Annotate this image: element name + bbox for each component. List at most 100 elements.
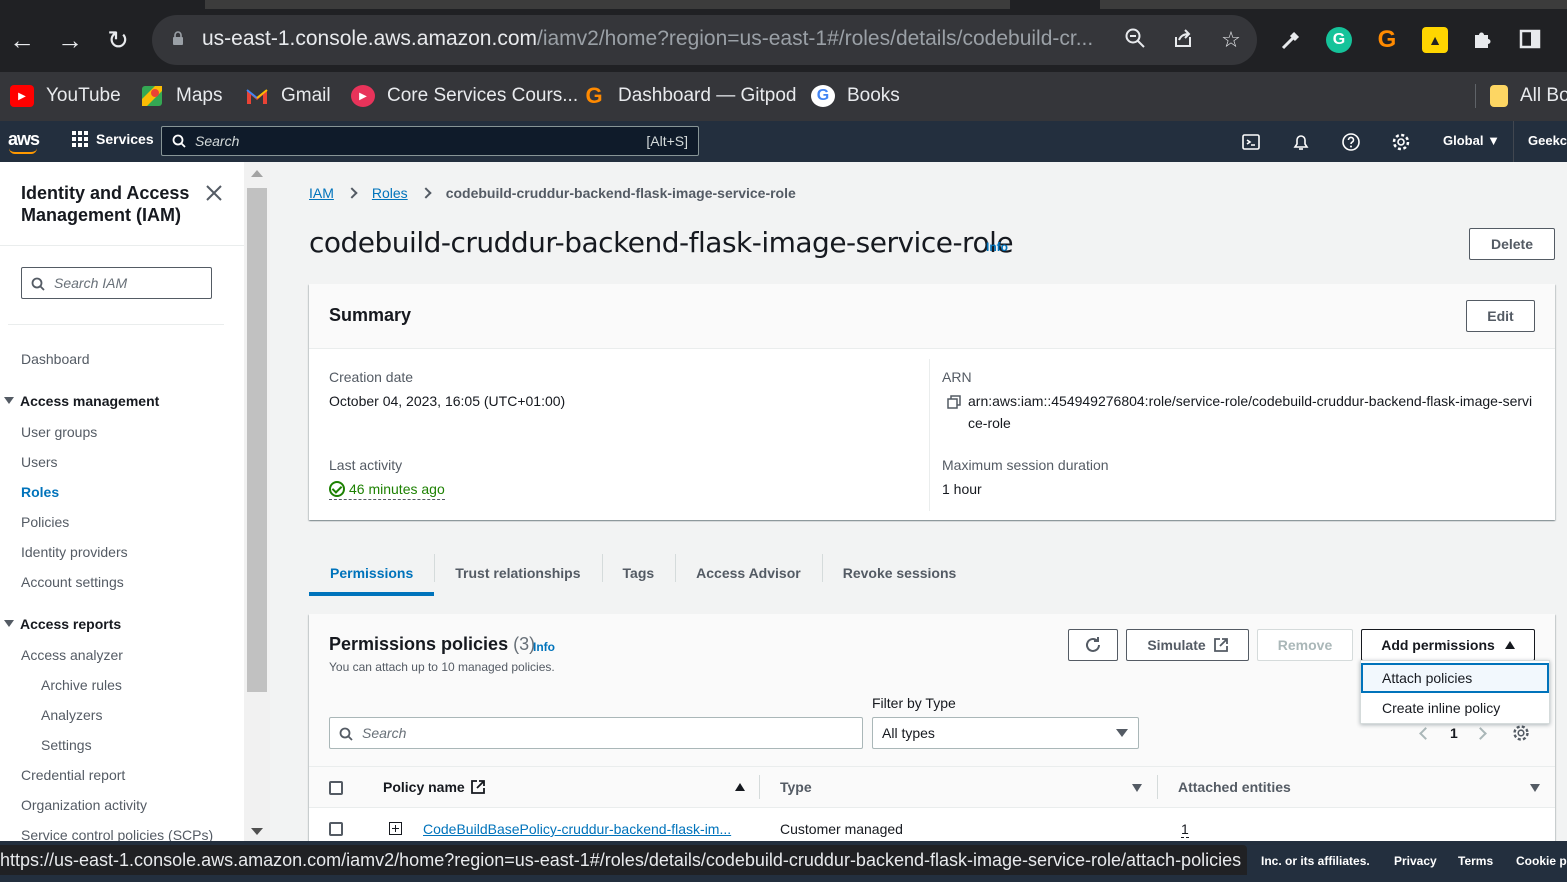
title-info-link[interactable]: Info	[986, 240, 1008, 254]
reload-icon[interactable]: ↻	[100, 22, 136, 58]
forward-icon[interactable]: →	[52, 22, 88, 58]
grammarly-icon[interactable]: G	[1326, 27, 1352, 53]
policy-name-link[interactable]: CodeBuildBasePolicy-cruddur-backend-flas…	[423, 821, 731, 837]
notifications-bell-icon[interactable]	[1291, 132, 1311, 152]
permissions-info-link[interactable]: Info	[533, 640, 555, 654]
footer-terms-link[interactable]: Terms	[1458, 854, 1493, 868]
menu-item-create-inline-policy[interactable]: Create inline policy	[1361, 693, 1549, 723]
page-number[interactable]: 1	[1450, 725, 1458, 741]
footer-cookie-link[interactable]: Cookie pr	[1516, 854, 1567, 868]
breadcrumb-iam[interactable]: IAM	[309, 185, 334, 201]
add-permissions-button[interactable]: Add permissions	[1361, 629, 1535, 661]
chevron-left-icon[interactable]	[1419, 726, 1432, 740]
sidebar-item-account-settings[interactable]: Account settings	[21, 574, 124, 590]
tab-tags[interactable]: Tags	[601, 550, 676, 596]
iam-search-input[interactable]: Search IAM	[21, 267, 212, 299]
search-icon	[339, 727, 353, 741]
sidebar-item-identity-providers[interactable]: Identity providers	[21, 544, 128, 560]
refresh-button[interactable]	[1068, 629, 1118, 661]
bookmark-books[interactable]: G Books	[811, 81, 900, 111]
bookmark-gmail[interactable]: Gmail	[245, 81, 331, 111]
sidebar-item-settings[interactable]: Settings	[41, 737, 92, 753]
zoom-icon[interactable]	[1122, 27, 1148, 53]
google-icon: G	[811, 85, 835, 107]
breadcrumb: IAM Roles codebuild-cruddur-backend-flas…	[309, 185, 796, 201]
bookmark-youtube[interactable]: ▶ YouTube	[10, 81, 121, 111]
sidebar-item-dashboard[interactable]: Dashboard	[21, 351, 90, 367]
sidebar-item-analyzers[interactable]: Analyzers	[41, 707, 102, 723]
pagination: 1	[1419, 725, 1487, 741]
close-icon[interactable]	[205, 184, 223, 202]
caret-up-icon	[1504, 641, 1515, 649]
help-icon[interactable]	[1341, 132, 1361, 152]
grid-icon	[72, 131, 88, 147]
bookmarks-divider	[1475, 84, 1476, 108]
bookmark-gitpod[interactable]: G Dashboard — Gitpod	[582, 81, 796, 111]
bookmark-core-services[interactable]: ▶ Core Services Cours...	[351, 81, 578, 111]
type-filter-select[interactable]: All types	[872, 717, 1139, 749]
side-panel-icon[interactable]	[1518, 27, 1544, 53]
account-menu[interactable]: Geekch	[1528, 133, 1567, 148]
share-icon[interactable]	[1170, 27, 1196, 53]
remove-button[interactable]: Remove	[1257, 629, 1353, 661]
sidebar-item-user-groups[interactable]: User groups	[21, 424, 97, 440]
bookmark-star-icon[interactable]: ☆	[1218, 27, 1244, 53]
footer-privacy-link[interactable]: Privacy	[1394, 854, 1437, 868]
tab-access-advisor[interactable]: Access Advisor	[675, 550, 822, 596]
tab-strip	[0, 0, 1567, 9]
services-button[interactable]: Services	[72, 131, 154, 147]
sort-icon[interactable]	[1530, 784, 1540, 792]
address-bar[interactable]: us-east-1.console.aws.amazon.com/iamv2/h…	[152, 15, 1257, 65]
chevron-right-icon[interactable]	[1473, 726, 1487, 740]
menu-item-attach-policies[interactable]: Attach policies	[1361, 663, 1549, 693]
sidebar-item-credential-report[interactable]: Credential report	[21, 767, 125, 783]
tab-revoke-sessions[interactable]: Revoke sessions	[821, 550, 978, 596]
sidebar-item-users[interactable]: Users	[21, 454, 58, 470]
sort-ascending-icon[interactable]	[735, 783, 745, 791]
column-attached-entities[interactable]: Attached entities	[1178, 779, 1291, 795]
max-session-value: 1 hour	[942, 481, 982, 497]
simulate-button[interactable]: Simulate	[1126, 629, 1249, 661]
sort-icon[interactable]	[1132, 784, 1142, 792]
settings-gear-icon[interactable]	[1391, 132, 1411, 152]
policy-search-input[interactable]: Search	[329, 717, 863, 749]
delete-button[interactable]: Delete	[1469, 228, 1555, 260]
sidebar-item-archive-rules[interactable]: Archive rules	[41, 677, 122, 693]
tab-trust-relationships[interactable]: Trust relationships	[434, 550, 601, 596]
sidebar-item-organization-activity[interactable]: Organization activity	[21, 797, 147, 813]
breadcrumb-roles[interactable]: Roles	[372, 185, 408, 201]
expand-plus-icon[interactable]	[389, 822, 402, 835]
edit-button[interactable]: Edit	[1466, 300, 1535, 332]
row-checkbox[interactable]	[329, 822, 343, 836]
select-all-checkbox[interactable]	[329, 781, 343, 795]
summary-panel: Summary Edit Creation date October 04, 2…	[309, 284, 1555, 520]
copy-icon[interactable]	[947, 395, 961, 409]
aws-logo[interactable]: aws	[8, 129, 40, 154]
table-settings-gear-icon[interactable]	[1512, 724, 1530, 742]
sidebar-section-access-management[interactable]: Access management	[4, 393, 159, 409]
column-type[interactable]: Type	[780, 779, 812, 795]
sidebar-item-roles[interactable]: Roles	[21, 484, 59, 500]
sidebar-section-access-reports[interactable]: Access reports	[4, 616, 121, 632]
cloudshell-icon[interactable]	[1241, 132, 1261, 152]
tab-permissions[interactable]: Permissions	[309, 550, 435, 596]
creation-date-label: Creation date	[329, 369, 414, 385]
aws-search-input[interactable]: Search [Alt+S]	[161, 126, 699, 156]
policy-type: Customer managed	[780, 821, 903, 837]
back-icon[interactable]: ←	[4, 22, 40, 58]
sidebar-item-policies[interactable]: Policies	[21, 514, 69, 530]
eyedropper-icon[interactable]	[1278, 27, 1304, 53]
search-icon	[172, 134, 186, 148]
policies-table-header: Policy name Type Attached entities	[309, 766, 1555, 808]
extensions-puzzle-icon[interactable]	[1470, 27, 1496, 53]
sidebar-item-access-analyzer[interactable]: Access analyzer	[21, 647, 123, 663]
sidebar-scrollbar[interactable]	[244, 162, 270, 850]
warning-ext-icon[interactable]: ▲	[1422, 27, 1448, 53]
bookmark-all-bookmarks[interactable]: All Bo	[1490, 81, 1567, 111]
column-policy-name[interactable]: Policy name	[383, 779, 485, 795]
bookmark-maps[interactable]: Maps	[140, 81, 222, 111]
last-activity-value[interactable]: 46 minutes ago	[329, 481, 445, 500]
gitpod-ext-icon[interactable]: G	[1374, 27, 1400, 53]
region-selector[interactable]: Global ▼	[1443, 133, 1500, 148]
attached-entities-count[interactable]: 1	[1181, 821, 1189, 838]
